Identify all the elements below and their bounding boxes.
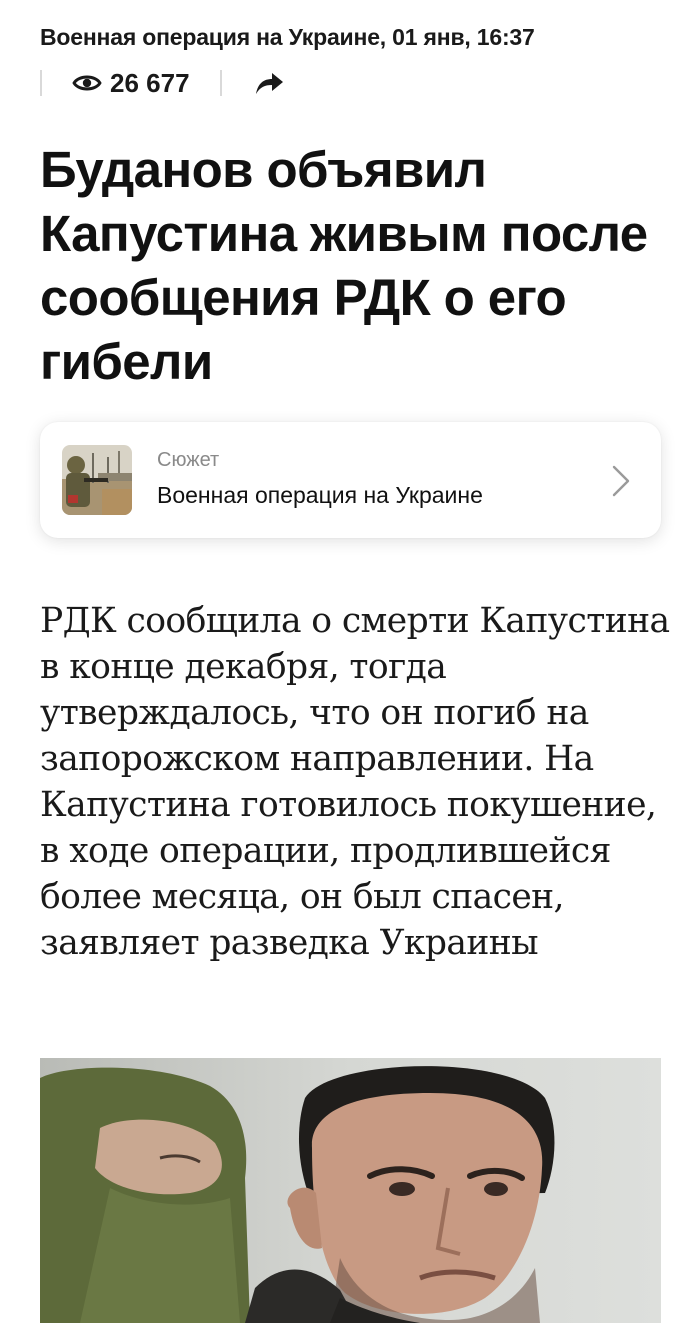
chevron-right-icon	[612, 465, 630, 497]
view-count: 26 677	[110, 67, 190, 98]
story-thumbnail	[62, 445, 132, 515]
article-lead: РДК сообщила о смерти Капустина в конце …	[40, 601, 670, 963]
story-card[interactable]: Сюжет Военная операция на Украине	[40, 422, 661, 538]
publish-date: 01 янв, 16:37	[392, 24, 535, 50]
article-meta: Военная операция на Украине, 01 янв, 16:…	[40, 24, 535, 51]
article-page: Военная операция на Украине, 01 янв, 16:…	[0, 0, 700, 1323]
meta-separator: ,	[379, 24, 393, 50]
view-counter: 26 677	[42, 68, 220, 99]
eye-icon	[72, 75, 102, 91]
divider	[219, 70, 222, 96]
article-headline: Буданов объявил Капустина живым после со…	[40, 141, 648, 390]
article-hero-image[interactable]	[40, 1058, 661, 1323]
story-kicker: Сюжет	[157, 449, 220, 471]
share-arrow-icon[interactable]	[254, 70, 284, 96]
story-title: Военная операция на Украине	[157, 482, 483, 508]
stats-row: 26 677	[40, 64, 284, 102]
category-link[interactable]: Военная операция на Украине	[40, 24, 380, 50]
